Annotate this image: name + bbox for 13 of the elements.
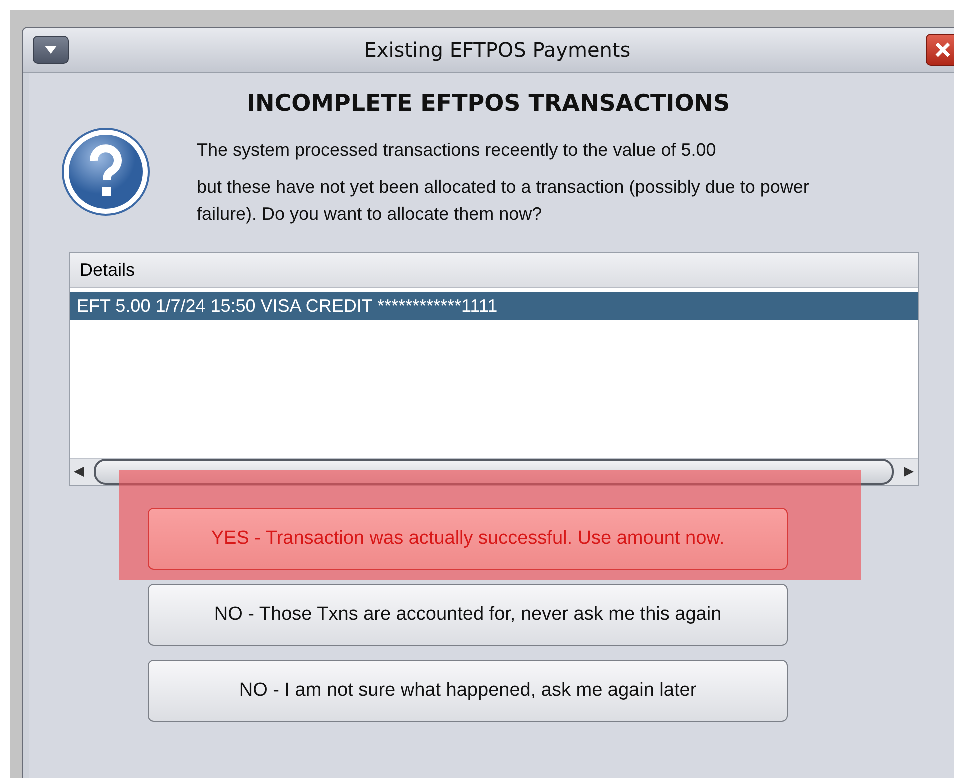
column-header[interactable]: Details <box>70 253 918 288</box>
menu-button[interactable] <box>33 36 69 64</box>
choice-button[interactable]: NO - I am not sure what happened, ask me again later <box>148 660 788 722</box>
message-line: The system processed transactions receently to the value of 5.00 <box>197 139 718 162</box>
choice-button[interactable]: NO - Those Txns are accounted for, never ask me this again <box>148 584 788 646</box>
dialog-heading: INCOMPLETE EFTPOS TRANSACTIONS <box>246 91 732 117</box>
message-text: but these have not yet been allocated to a transaction (possibly due to power failure). Do you want to allocate them now? <box>197 176 810 226</box>
window-title: Existing EFTPOS Payments <box>363 38 632 62</box>
close-icon <box>935 42 951 58</box>
question-icon <box>61 127 151 217</box>
table-row[interactable]: EFT 5.00 1/7/24 15:50 VISA CREDIT ************1111 <box>70 292 918 320</box>
caret-icon <box>45 46 57 54</box>
close-button[interactable] <box>926 34 954 66</box>
